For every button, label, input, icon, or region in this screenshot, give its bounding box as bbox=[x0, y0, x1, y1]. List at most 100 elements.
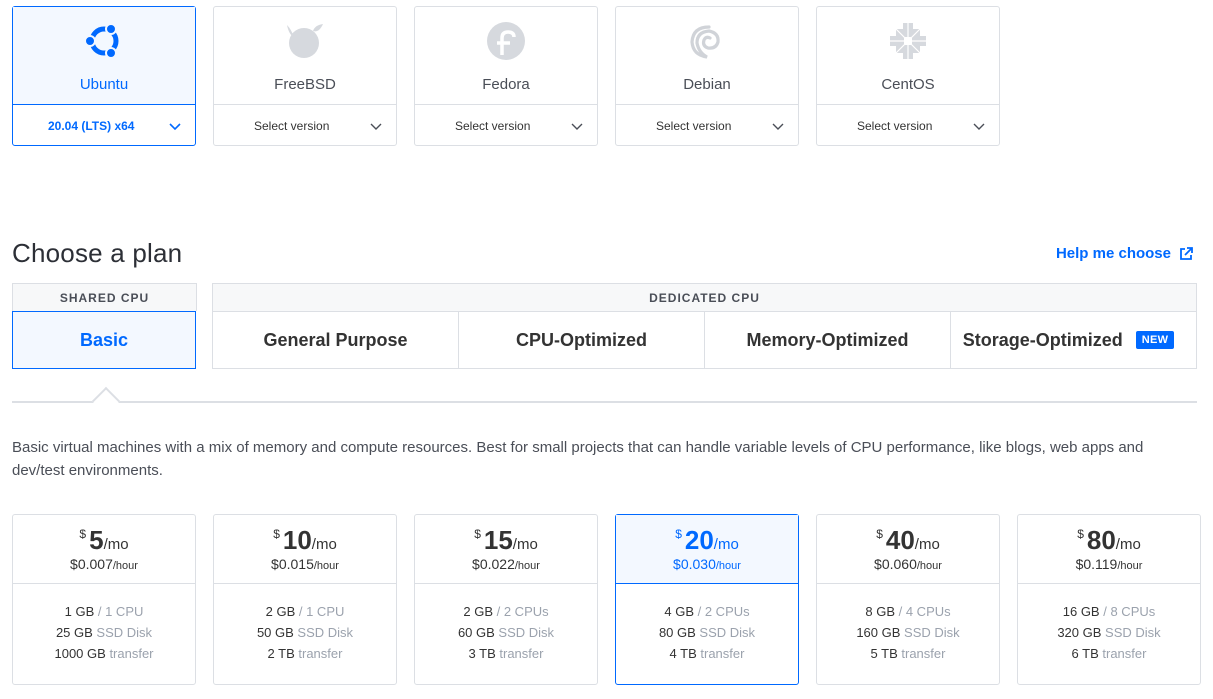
spec-transfer: 5 TB transfer bbox=[817, 643, 999, 664]
currency: $ bbox=[273, 527, 280, 541]
chevron-down-icon bbox=[169, 122, 181, 130]
cpu-value: / 1 CPU bbox=[97, 604, 144, 619]
distro-card-ubuntu[interactable]: Ubuntu 20.04 (LTS) x64 bbox=[12, 6, 196, 146]
distro-name: Ubuntu bbox=[79, 76, 129, 93]
transfer-label: transfer bbox=[109, 646, 154, 661]
price-card-5[interactable]: $5/mo $0.007/hour 1 GB / 1 CPU 25 GB SSD… bbox=[12, 514, 196, 685]
spec-disk: 50 GB SSD Disk bbox=[214, 622, 396, 643]
tab-memory-optimized[interactable]: Memory-Optimized bbox=[704, 311, 951, 369]
version-select[interactable]: Select version bbox=[817, 105, 999, 146]
distro-card-header: Fedora bbox=[415, 7, 597, 105]
fedora-icon bbox=[486, 21, 526, 61]
transfer-label: transfer bbox=[499, 646, 544, 661]
page-title: Choose a plan bbox=[12, 238, 183, 268]
price-period: /mo bbox=[311, 536, 337, 553]
tab-storage-optimized[interactable]: Storage-Optimized NEW bbox=[950, 311, 1197, 369]
hour-unit: /hour bbox=[1117, 560, 1143, 572]
divider bbox=[12, 401, 1197, 403]
help-me-choose-link[interactable]: Help me choose bbox=[1056, 245, 1193, 262]
tab-cpu-optimized[interactable]: CPU-Optimized bbox=[458, 311, 705, 369]
monthly-price: $40/mo bbox=[817, 525, 999, 556]
cpu-value: / 4 CPUs bbox=[898, 604, 951, 619]
chevron-down-icon bbox=[571, 123, 583, 130]
distro-name: Fedora bbox=[482, 76, 530, 93]
spec-transfer: 4 TB transfer bbox=[616, 643, 798, 664]
hourly-price: $0.022/hour bbox=[415, 556, 597, 572]
spec-disk: 320 GB SSD Disk bbox=[1018, 622, 1200, 643]
tab-basic[interactable]: Basic bbox=[12, 311, 196, 369]
price-specs: 2 GB / 1 CPU 50 GB SSD Disk 2 TB transfe… bbox=[214, 584, 396, 664]
spec-memory: 4 GB / 2 CPUs bbox=[616, 601, 798, 622]
transfer-value: 2 TB bbox=[267, 646, 295, 661]
cpu-value: / 2 CPUs bbox=[496, 604, 549, 619]
tab-general-purpose[interactable]: General Purpose bbox=[212, 311, 459, 369]
hour-unit: /hour bbox=[514, 560, 540, 572]
currency: $ bbox=[1077, 527, 1084, 541]
new-badge: NEW bbox=[1135, 331, 1175, 349]
price-header: $80/mo $0.119/hour bbox=[1018, 515, 1200, 584]
version-select[interactable]: Select version bbox=[616, 105, 798, 146]
hourly-price: $0.007/hour bbox=[13, 556, 195, 572]
monthly-price: $10/mo bbox=[214, 525, 396, 556]
spec-memory: 1 GB / 1 CPU bbox=[13, 601, 195, 622]
price-card-15[interactable]: $15/mo $0.022/hour 2 GB / 2 CPUs 60 GB S… bbox=[414, 514, 598, 685]
hourly-price: $0.015/hour bbox=[214, 556, 396, 572]
price-card-40[interactable]: $40/mo $0.060/hour 8 GB / 4 CPUs 160 GB … bbox=[816, 514, 1000, 685]
cpu-value: / 8 CPUs bbox=[1103, 604, 1156, 619]
distribution-list: Ubuntu 20.04 (LTS) x64 FreeBSD Select ve… bbox=[12, 6, 1000, 146]
version-select[interactable]: 20.04 (LTS) x64 bbox=[13, 105, 195, 146]
version-value: Select version bbox=[455, 118, 531, 133]
distro-card-fedora[interactable]: Fedora Select version bbox=[414, 6, 598, 146]
price-list: $5/mo $0.007/hour 1 GB / 1 CPU 25 GB SSD… bbox=[12, 514, 1201, 685]
transfer-label: transfer bbox=[700, 646, 745, 661]
tab-pointer bbox=[91, 386, 121, 416]
version-select[interactable]: Select version bbox=[214, 105, 396, 146]
disk-value: 60 GB bbox=[457, 625, 495, 640]
help-link-label: Help me choose bbox=[1055, 245, 1171, 262]
distro-card-centos[interactable]: CentOS Select version bbox=[816, 6, 1000, 146]
transfer-label: transfer bbox=[901, 646, 946, 661]
price-period: /mo bbox=[103, 536, 129, 553]
currency: $ bbox=[474, 527, 481, 541]
spec-memory: 2 GB / 1 CPU bbox=[214, 601, 396, 622]
price-card-10[interactable]: $10/mo $0.015/hour 2 GB / 1 CPU 50 GB SS… bbox=[213, 514, 397, 685]
memory-value: 8 GB bbox=[865, 604, 895, 619]
price-specs: 1 GB / 1 CPU 25 GB SSD Disk 1000 GB tran… bbox=[13, 584, 195, 664]
version-value: Select version bbox=[857, 118, 933, 133]
distro-card-header: CentOS bbox=[817, 7, 999, 105]
hourly-amount: $0.015 bbox=[271, 556, 314, 572]
price-period: /mo bbox=[914, 536, 940, 553]
cpu-value: / 2 CPUs bbox=[697, 604, 750, 619]
transfer-value: 1000 GB bbox=[54, 646, 106, 661]
price-card-20[interactable]: $20/mo $0.030/hour 4 GB / 2 CPUs 80 GB S… bbox=[615, 514, 799, 685]
distro-card-debian[interactable]: Debian Select version bbox=[615, 6, 799, 146]
distro-card-header: Debian bbox=[616, 7, 798, 105]
version-value: Select version bbox=[254, 118, 330, 133]
freebsd-icon bbox=[285, 21, 325, 61]
price-specs: 2 GB / 2 CPUs 60 GB SSD Disk 3 TB transf… bbox=[415, 584, 597, 664]
price-card-80[interactable]: $80/mo $0.119/hour 16 GB / 8 CPUs 320 GB… bbox=[1017, 514, 1201, 685]
distro-card-freebsd[interactable]: FreeBSD Select version bbox=[213, 6, 397, 146]
version-select[interactable]: Select version bbox=[415, 105, 597, 146]
monthly-price: $15/mo bbox=[415, 525, 597, 556]
dedicated-cpu-header: DEDICATED CPU bbox=[212, 283, 1197, 311]
distro-name: Debian bbox=[683, 76, 731, 93]
distro-name: FreeBSD bbox=[274, 76, 336, 93]
monthly-price: $20/mo bbox=[616, 525, 798, 556]
disk-label: SSD Disk bbox=[904, 625, 960, 640]
disk-value: 50 GB bbox=[256, 625, 294, 640]
transfer-value: 4 TB bbox=[669, 646, 697, 661]
disk-label: SSD Disk bbox=[498, 625, 555, 640]
chevron-down-icon bbox=[370, 123, 382, 130]
spec-disk: 160 GB SSD Disk bbox=[817, 622, 999, 643]
monthly-price: $80/mo bbox=[1018, 525, 1200, 556]
price-amount: 10 bbox=[282, 525, 312, 555]
currency: $ bbox=[79, 527, 87, 541]
cpu-value: / 1 CPU bbox=[298, 604, 345, 619]
price-header: $10/mo $0.015/hour bbox=[214, 515, 396, 584]
price-specs: 8 GB / 4 CPUs 160 GB SSD Disk 5 TB trans… bbox=[817, 584, 999, 664]
price-amount: 20 bbox=[684, 525, 714, 555]
spec-disk: 25 GB SSD Disk bbox=[13, 622, 195, 643]
spec-memory: 2 GB / 2 CPUs bbox=[415, 601, 597, 622]
chevron-down-icon bbox=[973, 123, 985, 130]
